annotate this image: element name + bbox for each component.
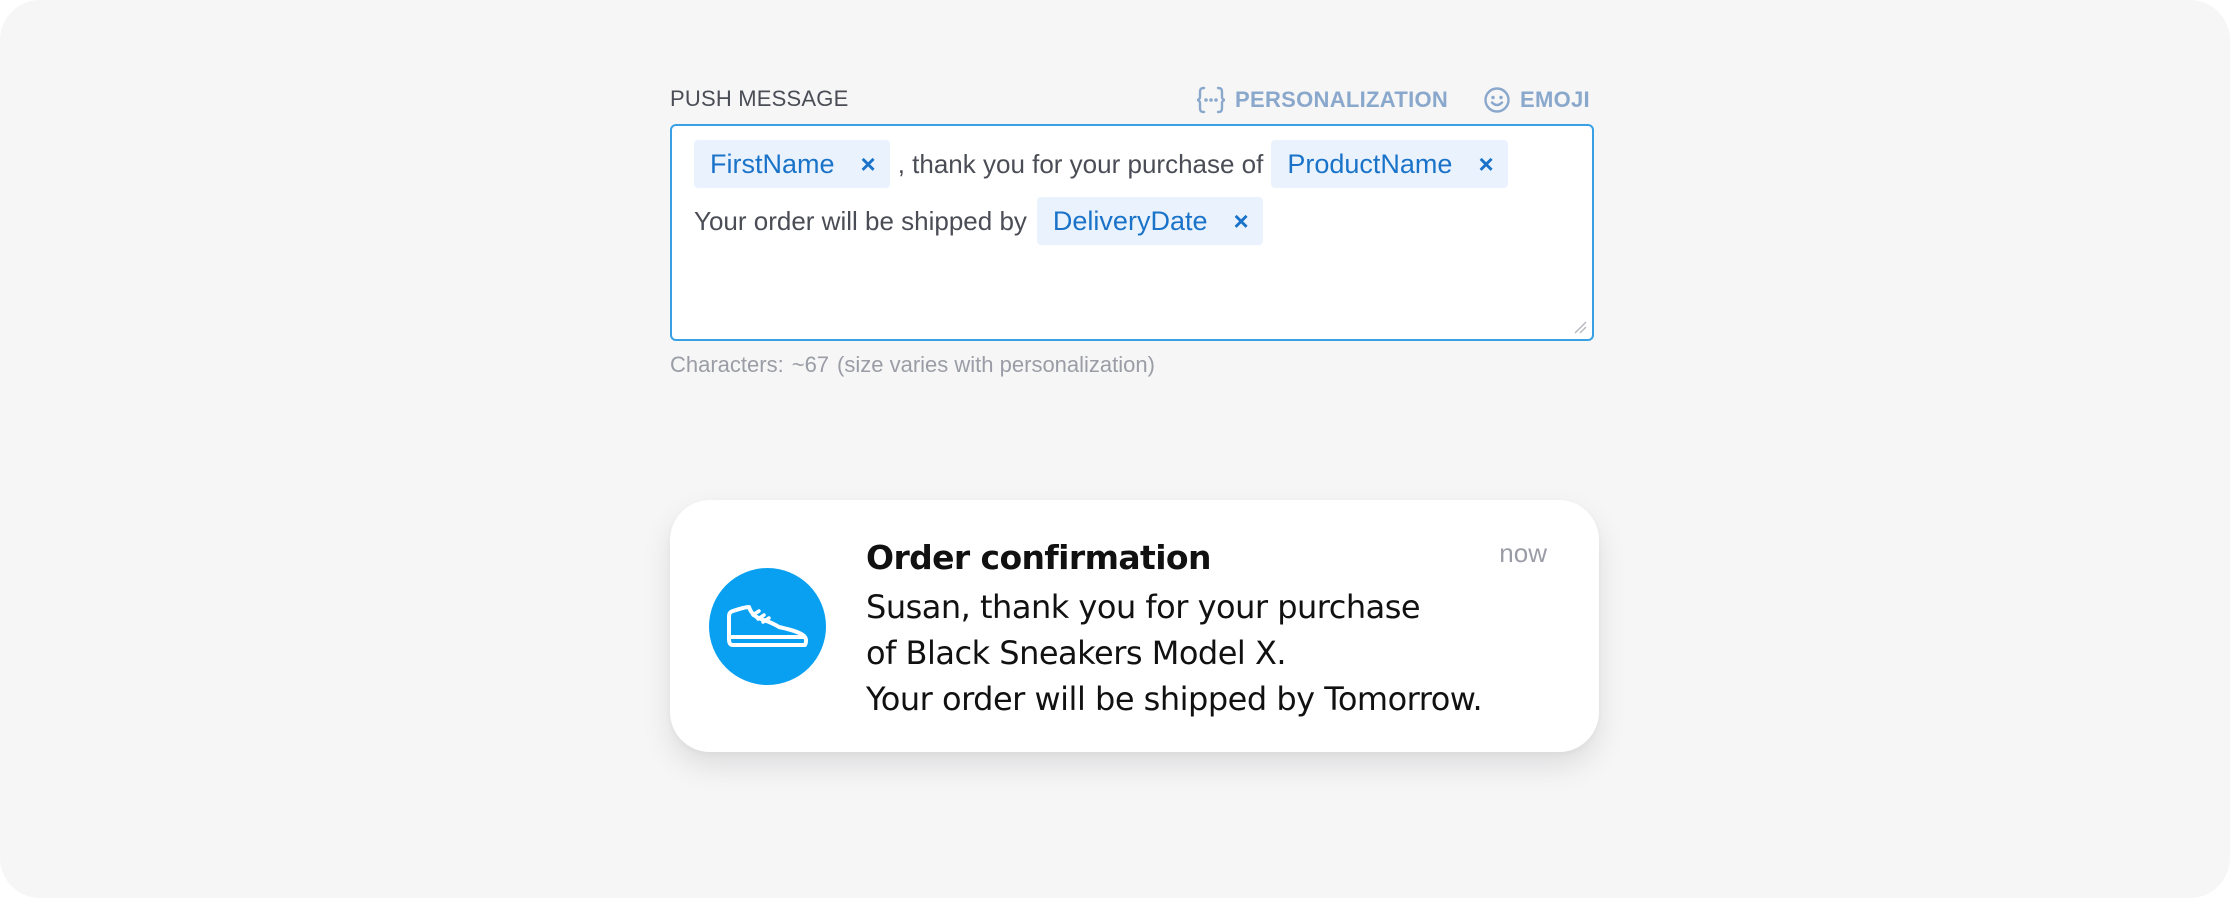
sneaker-icon <box>726 604 808 647</box>
chip-label: DeliveryDate <box>1052 205 1208 236</box>
editor-line: FirstName × , thank you for your purchas… <box>694 139 1508 189</box>
notification-body: Susan, thank you for your purchase of Bl… <box>866 584 1483 722</box>
editor-text: , thank you for your purchase of <box>897 148 1264 179</box>
token-chip-deliverydate[interactable]: DeliveryDate × <box>1036 197 1263 245</box>
editor-text: Your order will be shipped by <box>694 205 1027 236</box>
notification-body-line: Susan, thank you for your purchase <box>866 588 1421 626</box>
emoji-button[interactable]: EMOJI <box>1482 82 1590 118</box>
page-background: PUSH MESSAGE PERSONALIZATION EMOJI First… <box>0 0 2230 898</box>
notification-time: now <box>1499 538 1547 568</box>
chip-remove-icon[interactable]: × <box>1478 149 1493 180</box>
notification-body-line: of Black Sneakers Model X. <box>866 634 1287 672</box>
personalization-button[interactable]: PERSONALIZATION <box>1195 82 1448 118</box>
editor-line: Your order will be shipped by DeliveryDa… <box>694 196 1263 246</box>
char-count-value: ~67 <box>791 352 830 377</box>
character-count: Characters: ~67 (size varies with personal… <box>670 352 1163 378</box>
resize-handle-icon[interactable] <box>1573 320 1587 334</box>
emoji-label: EMOJI <box>1520 87 1590 112</box>
personalization-label: PERSONALIZATION <box>1235 87 1449 112</box>
message-editor[interactable]: FirstName × , thank you for your purchas… <box>670 124 1594 341</box>
notification-title: Order confirmation <box>866 538 1211 577</box>
notification-body-line: Your order will be shipped by Tomorrow. <box>866 680 1483 718</box>
token-chip-productname[interactable]: ProductName × <box>1271 140 1508 188</box>
personalization-icon <box>1195 85 1227 115</box>
chip-remove-icon[interactable]: × <box>1233 206 1248 237</box>
chip-label: FirstName <box>710 148 835 179</box>
chip-remove-icon[interactable]: × <box>861 149 876 180</box>
notification-preview: Order confirmation now Susan, thank you … <box>670 500 1599 752</box>
smiley-icon <box>1482 85 1512 115</box>
char-count-label: Characters: <box>670 352 784 377</box>
token-chip-firstname[interactable]: FirstName × <box>694 140 890 188</box>
field-label: PUSH MESSAGE <box>670 86 849 111</box>
editor-header: PUSH MESSAGE PERSONALIZATION EMOJI <box>670 82 1595 118</box>
app-icon <box>709 568 826 685</box>
char-count-note: (size varies with personalization) <box>837 352 1155 377</box>
chip-label: ProductName <box>1287 148 1453 179</box>
